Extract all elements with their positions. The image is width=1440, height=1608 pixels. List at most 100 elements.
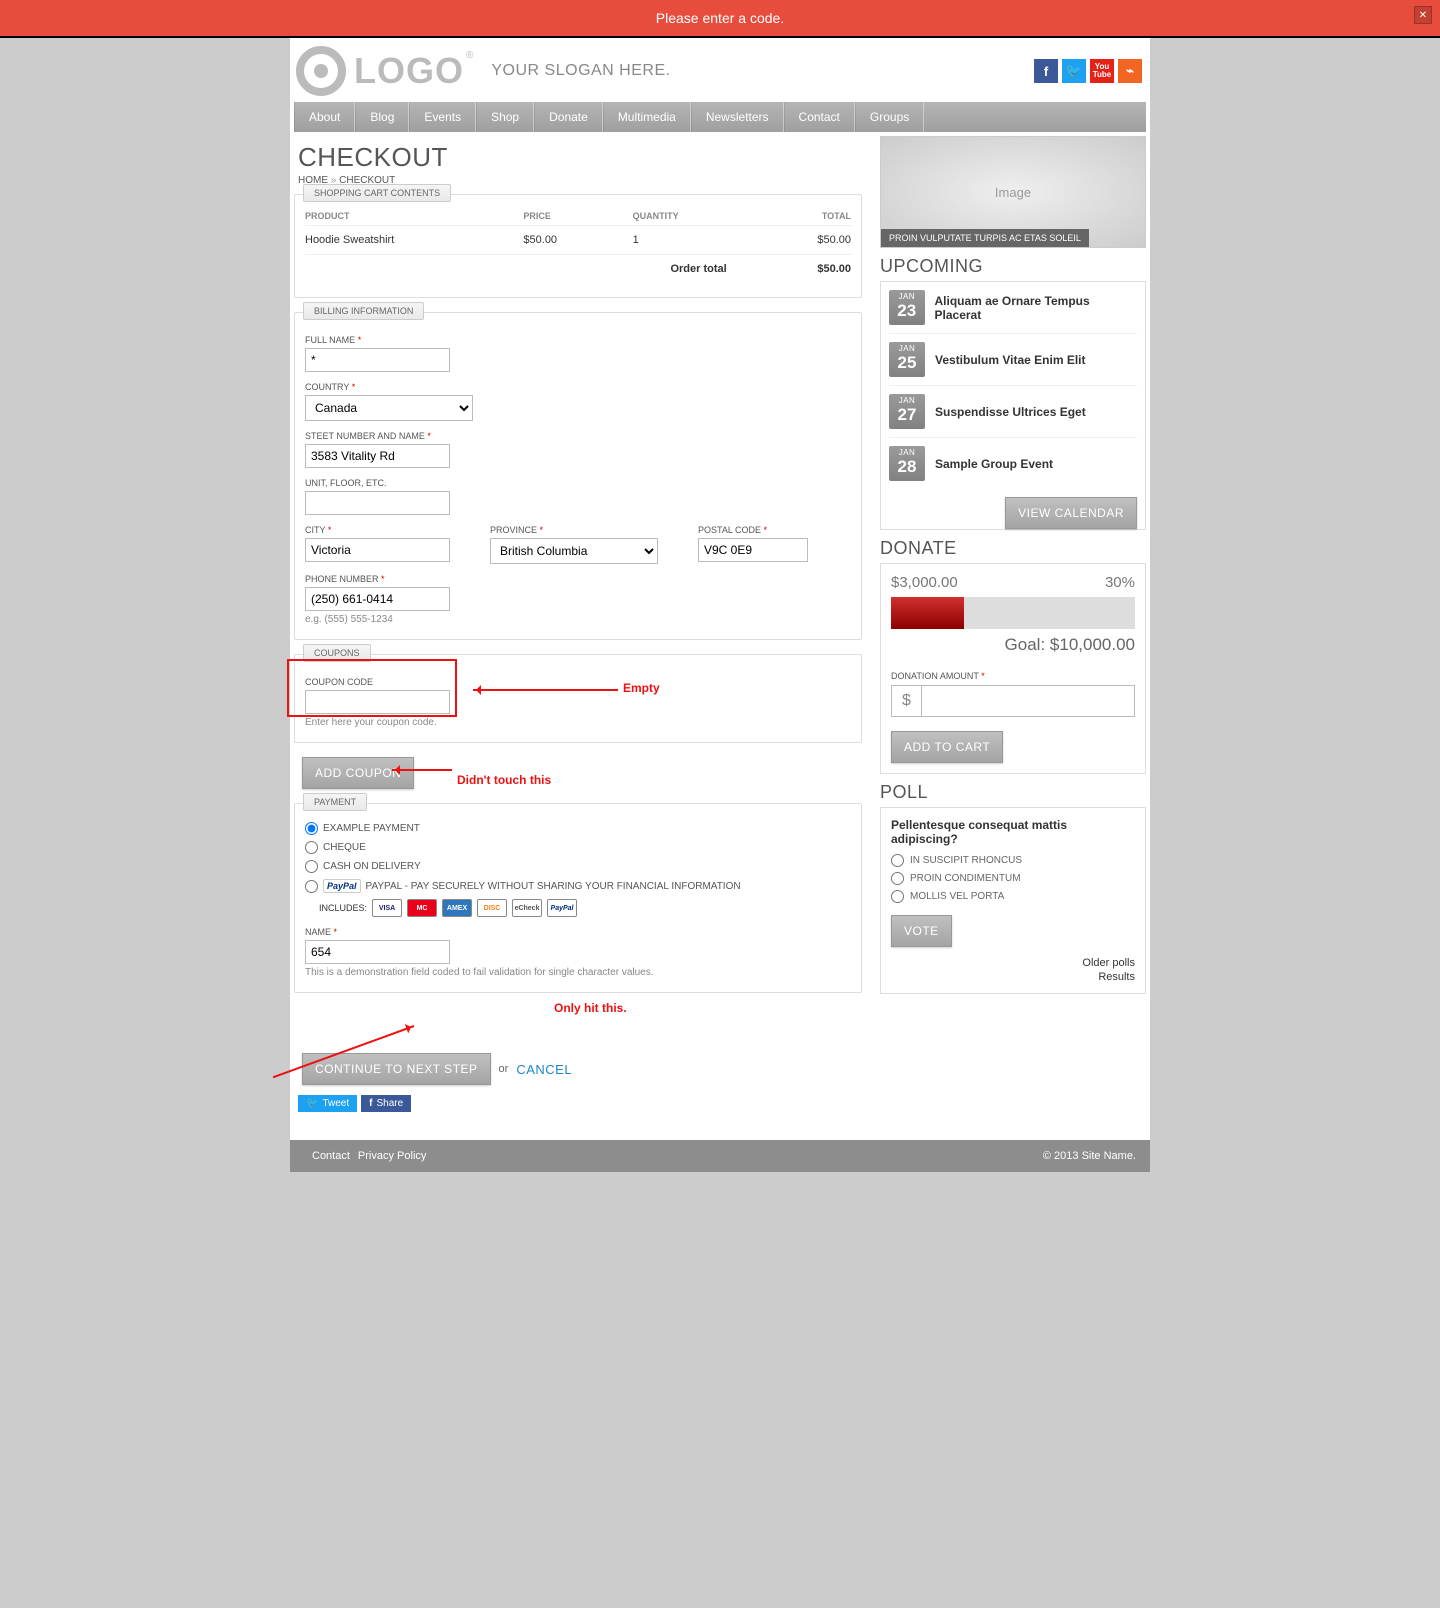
mastercard-icon: MC: [407, 899, 437, 917]
donate-progress: [891, 597, 964, 629]
twitter-small-icon: 🐦: [306, 1098, 318, 1109]
donation-amount-label: DONATION AMOUNT *: [891, 671, 1135, 681]
fullname-input[interactable]: [305, 348, 450, 372]
nav-donate[interactable]: Donate: [534, 102, 603, 132]
event-date: JAN25: [889, 342, 925, 377]
payment-opt-cod[interactable]: CASH ON DELIVERY: [305, 860, 851, 873]
tweet-button[interactable]: 🐦Tweet: [298, 1095, 357, 1112]
donate-raised: $3,000.00: [891, 574, 958, 591]
logo-text: LOGO: [354, 50, 464, 92]
twitter-icon[interactable]: 🐦: [1062, 59, 1086, 83]
province-select[interactable]: British Columbia: [490, 538, 658, 564]
footer-copyright: © 2013 Site Name.: [1043, 1150, 1136, 1162]
hero-image[interactable]: Image PROIN VULPUTATE TURPIS AC ETAS SOL…: [880, 136, 1146, 248]
donate-title: DONATE: [880, 538, 1146, 559]
nav-events[interactable]: Events: [409, 102, 476, 132]
youtube-icon[interactable]: YouTube: [1090, 59, 1114, 83]
close-icon[interactable]: ✕: [1414, 6, 1432, 24]
col-price: PRICE: [523, 211, 632, 221]
event-date: JAN23: [889, 290, 925, 325]
vote-button[interactable]: VOTE: [891, 915, 952, 947]
nav-about[interactable]: About: [294, 102, 355, 132]
nav-blog[interactable]: Blog: [355, 102, 409, 132]
phone-input[interactable]: [305, 587, 450, 611]
payment-opt-paypal[interactable]: PayPalPAYPAL - PAY SECURELY WITHOUT SHAR…: [305, 879, 851, 893]
continue-button[interactable]: CONTINUE TO NEXT STEP: [302, 1053, 491, 1085]
amex-icon: AMEX: [442, 899, 472, 917]
order-total-value: $50.00: [767, 263, 851, 275]
postal-input[interactable]: [698, 538, 808, 562]
poll-option[interactable]: PROIN CONDIMENTUM: [891, 872, 1135, 885]
share-button[interactable]: fShare: [361, 1095, 411, 1112]
page: LOGO ® YOUR SLOGAN HERE. f 🐦 YouTube ⌁ A…: [290, 38, 1150, 1172]
event-item[interactable]: JAN28 Sample Group Event: [889, 438, 1137, 489]
province-label: PROVINCE *: [490, 525, 658, 535]
name-hint: This is a demonstration field coded to f…: [305, 967, 851, 978]
donation-amount-input-group: $: [891, 685, 1135, 717]
alert-text: Please enter a code.: [656, 10, 784, 26]
donation-amount-input[interactable]: [921, 685, 1135, 717]
payment-opt-example[interactable]: EXAMPLE PAYMENT: [305, 822, 851, 835]
rss-icon[interactable]: ⌁: [1118, 59, 1142, 83]
coupon-hint: Enter here your coupon code.: [305, 717, 851, 728]
poll-option[interactable]: MOLLIS VEL PORTA: [891, 890, 1135, 903]
nav-contact[interactable]: Contact: [784, 102, 855, 132]
add-to-cart-button[interactable]: ADD TO CART: [891, 731, 1003, 763]
older-polls-link[interactable]: Older polls: [1082, 957, 1135, 969]
nav-shop[interactable]: Shop: [476, 102, 534, 132]
country-label: COUNTRY *: [305, 382, 851, 392]
hero-caption: PROIN VULPUTATE TURPIS AC ETAS SOLEIL: [881, 229, 1089, 247]
coupons-section: COUPONS COUPON CODE Enter here your coup…: [294, 654, 862, 743]
phone-hint: e.g. (555) 555-1234: [305, 614, 851, 625]
event-item[interactable]: JAN27 Suspendisse Ultrices Eget: [889, 386, 1137, 438]
slogan: YOUR SLOGAN HERE.: [491, 62, 670, 80]
discover-icon: DISC: [477, 899, 507, 917]
paypal-cc-icon: PayPal: [547, 899, 577, 917]
footer-contact[interactable]: Contact: [312, 1150, 350, 1162]
event-item[interactable]: JAN23 Aliquam ae Ornare Tempus Placerat: [889, 282, 1137, 334]
event-date: JAN28: [889, 446, 925, 481]
event-item[interactable]: JAN25 Vestibulum Vitae Enim Elit: [889, 334, 1137, 386]
coupon-input[interactable]: [305, 690, 450, 714]
cart-section: SHOPPING CART CONTENTS PRODUCT PRICE QUA…: [294, 194, 862, 298]
unit-input[interactable]: [305, 491, 450, 515]
poll-results-link[interactable]: Results: [1098, 971, 1135, 983]
footer-privacy[interactable]: Privacy Policy: [358, 1150, 426, 1162]
poll-panel: Pellentesque consequat mattis adipiscing…: [880, 807, 1146, 994]
includes-row: INCLUDES: VISA MC AMEX DISC eCheck PayPa…: [319, 899, 851, 917]
nav-multimedia[interactable]: Multimedia: [603, 102, 691, 132]
nav-newsletters[interactable]: Newsletters: [691, 102, 784, 132]
actions-row: CONTINUE TO NEXT STEP or CANCEL: [302, 1053, 862, 1085]
city-input[interactable]: [305, 538, 450, 562]
order-total-label: Order total: [305, 263, 767, 275]
col-product: PRODUCT: [305, 211, 523, 221]
facebook-icon[interactable]: f: [1034, 59, 1058, 83]
poll-option[interactable]: IN SUSCIPIT RHONCUS: [891, 854, 1135, 867]
payment-opt-cheque[interactable]: CHEQUE: [305, 841, 851, 854]
payment-legend: PAYMENT: [303, 793, 367, 811]
sidebar: Image PROIN VULPUTATE TURPIS AC ETAS SOL…: [880, 136, 1146, 1128]
facebook-small-icon: f: [369, 1098, 372, 1109]
street-label: STEET NUMBER AND NAME *: [305, 431, 851, 441]
name-input[interactable]: [305, 940, 450, 964]
nav-groups[interactable]: Groups: [855, 102, 924, 132]
street-input[interactable]: [305, 444, 450, 468]
donate-percent: 30%: [1105, 574, 1135, 591]
echeck-icon: eCheck: [512, 899, 542, 917]
alert-bar: Please enter a code. ✕: [0, 0, 1440, 38]
add-coupon-button[interactable]: ADD COUPON: [302, 757, 414, 789]
annotation-didnt-touch: Didn't touch this: [457, 773, 551, 787]
donate-goal: Goal: $10,000.00: [891, 635, 1135, 655]
donate-bar: [891, 597, 1135, 629]
donate-panel: $3,000.00 30% Goal: $10,000.00 DONATION A…: [880, 563, 1146, 774]
cancel-link[interactable]: CANCEL: [516, 1062, 572, 1077]
paypal-icon: PayPal: [323, 879, 361, 893]
logo[interactable]: LOGO ®: [296, 46, 473, 96]
visa-icon: VISA: [372, 899, 402, 917]
dollar-icon: $: [891, 685, 921, 717]
country-select[interactable]: Canada: [305, 395, 473, 421]
coupon-label: COUPON CODE: [305, 677, 851, 687]
view-calendar-button[interactable]: VIEW CALENDAR: [1005, 497, 1137, 529]
phone-label: PHONE NUMBER *: [305, 574, 851, 584]
logo-registered: ®: [466, 50, 473, 61]
